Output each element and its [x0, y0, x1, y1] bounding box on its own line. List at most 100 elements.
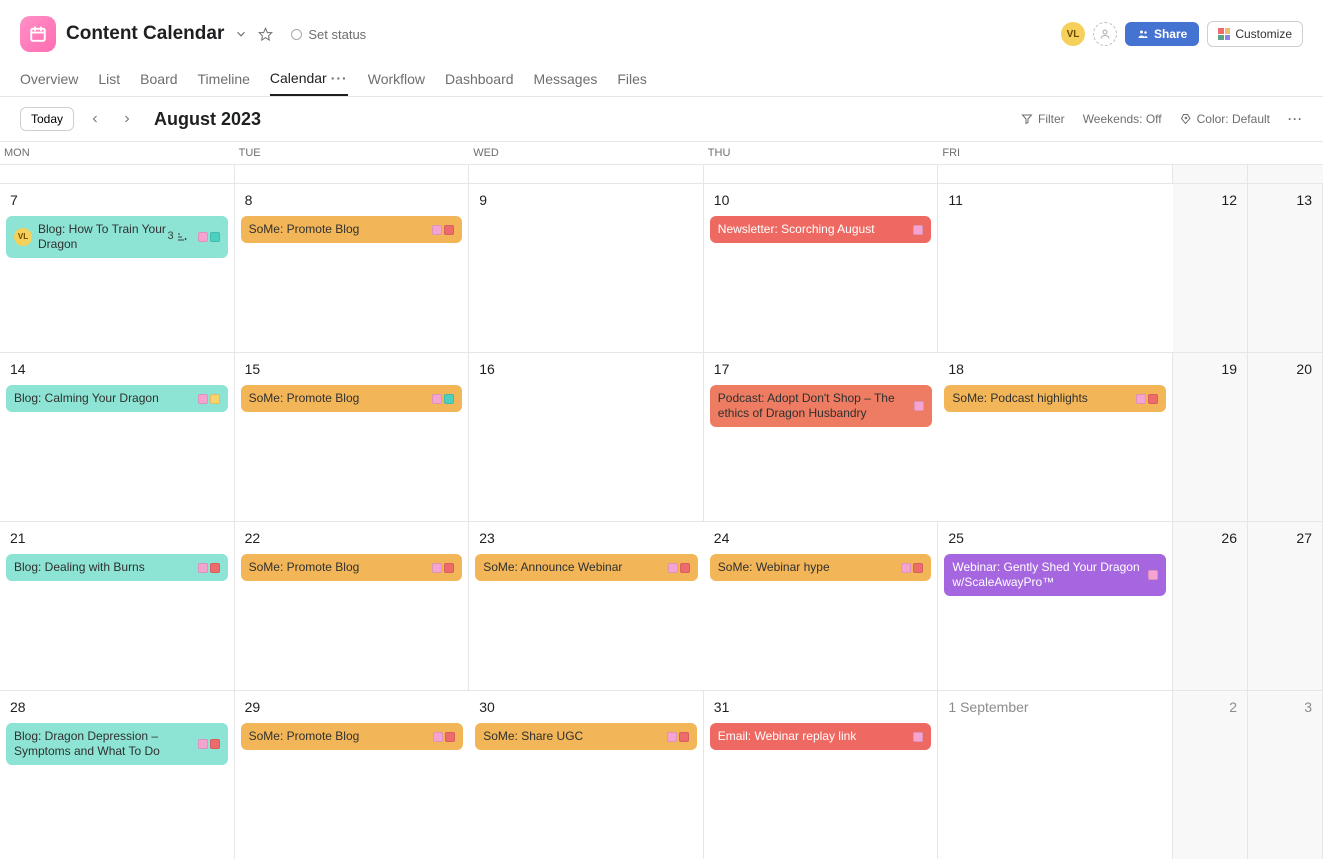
calendar-cell[interactable]: 20 [1248, 353, 1323, 521]
calendar-cell[interactable]: 16 [469, 353, 704, 521]
task-title: SoMe: Podcast highlights [952, 391, 1130, 406]
calendar-task[interactable]: SoMe: Promote Blog [241, 554, 463, 581]
calendar-cell[interactable]: 15SoMe: Promote Blog [235, 353, 470, 521]
calendar-task[interactable]: SoMe: Promote Blog [241, 216, 463, 243]
calendar-cell[interactable]: 17Podcast: Adopt Don't Shop – The ethics… [704, 353, 939, 521]
tab-label: Files [617, 71, 647, 87]
calendar-cell[interactable]: 12 [1173, 184, 1248, 352]
calendar-task[interactable]: Newsletter: Scorching August [710, 216, 932, 243]
task-title: Blog: Dragon Depression – Symptoms and W… [14, 729, 192, 759]
calendar-cell[interactable]: 19 [1173, 353, 1248, 521]
calendar-task[interactable]: SoMe: Podcast highlights [944, 385, 1166, 412]
calendar-cell[interactable]: 24 SoMe: Webinar hype [704, 522, 939, 690]
tab-board[interactable]: Board [140, 62, 177, 96]
today-button[interactable]: Today [20, 107, 74, 131]
more-actions-button[interactable]: ··· [1288, 112, 1303, 126]
tab-timeline[interactable]: Timeline [198, 62, 250, 96]
project-title[interactable]: Content Calendar [66, 23, 224, 45]
calendar-task[interactable]: SoMe: Webinar hype [710, 554, 932, 581]
date-label: 25 [938, 522, 1172, 550]
calendar-cell[interactable]: 18 SoMe: Podcast highlights [938, 353, 1173, 521]
date-label: 19 [1173, 353, 1247, 381]
calendar-cell[interactable]: 29SoMe: Promote Blog [235, 691, 470, 859]
calendar-cell[interactable]: 30SoMe: Share UGC [469, 691, 704, 859]
date-label: 24 [704, 522, 938, 550]
prev-month-button[interactable] [84, 108, 106, 130]
calendar-cell[interactable]: 26 [1173, 522, 1248, 690]
calendar-cell[interactable]: 23SoMe: Announce Webinar [469, 522, 704, 690]
day-header: TUE [235, 142, 470, 164]
task-chip [680, 563, 690, 573]
project-header-left: Content Calendar Set status [20, 16, 374, 52]
task-title: SoMe: Promote Blog [249, 222, 427, 237]
calendar-cell[interactable] [1248, 165, 1323, 183]
calendar-cell[interactable]: 25 Webinar: Gently Shed Your Dragon w/Sca… [938, 522, 1173, 690]
calendar-cell[interactable]: 2 [1173, 691, 1248, 859]
day-header [1173, 142, 1248, 164]
add-member-button[interactable] [1093, 22, 1117, 46]
filter-button[interactable]: Filter [1021, 112, 1065, 126]
calendar-cell[interactable] [0, 165, 235, 183]
calendar-task[interactable]: Blog: Dragon Depression – Symptoms and W… [6, 723, 228, 765]
calendar-cell[interactable] [704, 165, 939, 183]
task-chip [668, 563, 678, 573]
tab-list[interactable]: List [98, 62, 120, 96]
calendar-cell[interactable]: 21Blog: Dealing with Burns [0, 522, 235, 690]
task-chip [198, 232, 208, 242]
calendar-cell[interactable]: 10Newsletter: Scorching August [704, 184, 939, 352]
tab-dashboard[interactable]: Dashboard [445, 62, 514, 96]
calendar-task[interactable]: SoMe: Share UGC [475, 723, 697, 750]
calendar-cell[interactable]: 28Blog: Dragon Depression – Symptoms and… [0, 691, 235, 859]
calendar-cell[interactable]: 11 [938, 184, 1173, 352]
people-icon [1137, 28, 1149, 40]
tab-overview[interactable]: Overview [20, 62, 78, 96]
color-button[interactable]: Color: Default [1180, 112, 1270, 126]
calendar-cell[interactable] [938, 165, 1173, 183]
date-label: 18 [938, 353, 1172, 381]
calendar-task[interactable]: Email: Webinar replay link [710, 723, 932, 750]
avatar[interactable]: VL [1061, 22, 1085, 46]
tab-more-icon[interactable]: ··· [331, 70, 348, 86]
project-dropdown-icon[interactable] [234, 27, 248, 41]
calendar-task[interactable]: VLBlog: How To Train Your Dragon3 [6, 216, 228, 258]
task-chip [679, 732, 689, 742]
favorite-star-icon[interactable] [258, 27, 273, 42]
calendar-cell[interactable]: 27 [1248, 522, 1323, 690]
tab-messages[interactable]: Messages [534, 62, 598, 96]
tab-files[interactable]: Files [617, 62, 647, 96]
next-month-button[interactable] [116, 108, 138, 130]
calendar-cell[interactable]: 3 [1248, 691, 1323, 859]
tab-workflow[interactable]: Workflow [368, 62, 425, 96]
project-header-right: VL Share Customize [1061, 21, 1303, 47]
project-icon-calendar[interactable] [20, 16, 56, 52]
calendar-cell[interactable]: 7VLBlog: How To Train Your Dragon3 [0, 184, 235, 352]
calendar-cell[interactable]: 1 September [938, 691, 1173, 859]
calendar-cell[interactable]: 8SoMe: Promote Blog [235, 184, 470, 352]
calendar-cell[interactable] [235, 165, 470, 183]
calendar-cell[interactable]: 9 [469, 184, 704, 352]
weekends-toggle[interactable]: Weekends: Off [1083, 112, 1162, 126]
calendar-cell[interactable]: 31Email: Webinar replay link [704, 691, 939, 859]
calendar-task[interactable]: Blog: Dealing with Burns [6, 554, 228, 581]
calendar-task[interactable]: Webinar: Gently Shed Your Dragon w/Scale… [944, 554, 1166, 596]
month-title: August 2023 [154, 109, 261, 130]
share-button[interactable]: Share [1125, 22, 1199, 46]
task-chip [432, 563, 442, 573]
set-status-button[interactable]: Set status [283, 24, 374, 45]
color-label: Color: Default [1197, 112, 1270, 126]
calendar-cell[interactable]: 14Blog: Calming Your Dragon [0, 353, 235, 521]
customize-button[interactable]: Customize [1207, 21, 1303, 47]
day-header: THU [704, 142, 939, 164]
calendar-task[interactable]: SoMe: Promote Blog [241, 385, 463, 412]
tab-calendar[interactable]: Calendar··· [270, 62, 348, 96]
calendar-task[interactable]: Podcast: Adopt Don't Shop – The ethics o… [710, 385, 933, 427]
calendar-cell[interactable]: 13 [1248, 184, 1323, 352]
calendar-cell[interactable]: 22SoMe: Promote Blog [235, 522, 470, 690]
task-title: Blog: How To Train Your Dragon [38, 222, 167, 252]
date-label: 1 September [938, 691, 1172, 719]
calendar-task[interactable]: SoMe: Announce Webinar [475, 554, 698, 581]
calendar-cell[interactable] [1173, 165, 1248, 183]
calendar-task[interactable]: Blog: Calming Your Dragon [6, 385, 228, 412]
calendar-cell[interactable] [469, 165, 704, 183]
calendar-task[interactable]: SoMe: Promote Blog [241, 723, 464, 750]
